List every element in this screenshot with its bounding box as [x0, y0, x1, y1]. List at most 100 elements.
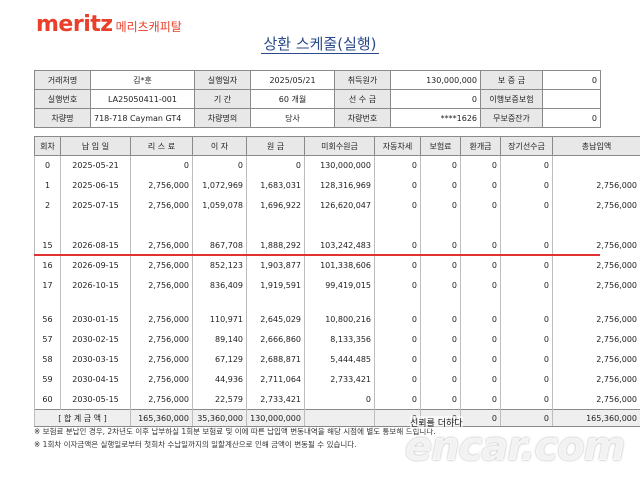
table-cell: 0 [500, 309, 553, 330]
table-cell: 1,888,292 [246, 235, 305, 256]
table-cell: 16 [34, 255, 61, 276]
table-cell: 2025-07-15 [60, 195, 131, 216]
table-cell: 2,756,000 [130, 175, 193, 196]
table-cell: 2,756,000 [130, 275, 193, 296]
info-value: LA25050411-001 [90, 89, 195, 109]
table-cell: 0 [460, 255, 501, 276]
table-cell: 1,683,031 [246, 175, 305, 196]
table-cell: 2,756,000 [552, 369, 640, 390]
table-cell: 2,756,000 [552, 329, 640, 350]
table-cell: 852,123 [192, 255, 247, 276]
info-label: 기 간 [194, 89, 251, 109]
table-cell: 867,708 [192, 235, 247, 256]
table-cell: 0 [420, 349, 461, 370]
total-label: [ 합 계 금 액 ] [34, 409, 131, 427]
table-cell: 103,242,483 [304, 235, 375, 256]
info-label: 무보증잔가 [480, 108, 543, 128]
table-cell: 2030-04-15 [60, 369, 131, 390]
table-cell: 0 [420, 175, 461, 196]
column-header: 장기선수금 [500, 136, 553, 156]
column-header: 원 금 [246, 136, 305, 156]
info-value: 60 개월 [250, 89, 335, 109]
table-cell: 0 [500, 349, 553, 370]
table-cell: 0 [500, 155, 553, 176]
table-row: 16 2026-09-15 2,756,000 852,123 1,903,877 101… [34, 255, 640, 276]
table-row: 17 2026-10-15 2,756,000 836,409 1,919,591 99,… [34, 275, 640, 296]
table-cell: 58 [34, 349, 61, 370]
table-cell: 0 [420, 195, 461, 216]
info-label: 이행보증보험 [480, 89, 543, 109]
table-cell: 2,645,029 [246, 309, 305, 330]
table-cell: 2030-05-15 [60, 389, 131, 410]
table-cell: 0 [34, 155, 61, 176]
table-cell: 2,756,000 [130, 389, 193, 410]
info-label: 실행번호 [34, 89, 91, 109]
table-cell: 44,936 [192, 369, 247, 390]
table-cell: 2,756,000 [552, 195, 640, 216]
schedule-header-row: 회차 납 입 일 리 스 료 이 자 원 금 미회수원금 자동차세 보험료 환개… [34, 136, 640, 156]
table-cell: 2 [34, 195, 61, 216]
table-cell: 1,059,078 [192, 195, 247, 216]
table-cell: 2,756,000 [130, 309, 193, 330]
table-cell: 1,903,877 [246, 255, 305, 276]
table-cell: 0 [420, 369, 461, 390]
table-cell: 0 [460, 369, 501, 390]
column-header: 이 자 [192, 136, 247, 156]
table-cell: 0 [420, 155, 461, 176]
column-header: 자동차세 [374, 136, 421, 156]
table-cell: 0 [374, 275, 421, 296]
table-cell: 0 [420, 389, 461, 410]
schedule-group: 56 2030-01-15 2,756,000 110,971 2,645,029 10,… [34, 309, 640, 410]
total-cell: 130,000,000 [246, 409, 305, 427]
info-value: 718-718 Cayman GT4 [90, 108, 195, 128]
table-cell: 0 [500, 235, 553, 256]
info-label: 차량명의 [194, 108, 251, 128]
table-cell: 0 [420, 275, 461, 296]
table-cell: 0 [374, 349, 421, 370]
schedule-group: 0 2025-05-21 0 0 0 130,000,000 0 0 0 0 1 2025-06-15… [34, 155, 640, 216]
total-cell: 165,360,000 [130, 409, 193, 427]
table-cell: 56 [34, 309, 61, 330]
table-cell: 2030-02-15 [60, 329, 131, 350]
schedule-group: 15 2026-08-15 2,756,000 867,708 1,888,292 103… [34, 235, 640, 296]
table-cell: 5,444,485 [304, 349, 375, 370]
table-cell: 0 [500, 329, 553, 350]
info-value: ****1626 [390, 108, 481, 128]
table-cell: 0 [460, 175, 501, 196]
table-cell: 22,579 [192, 389, 247, 410]
table-cell: 0 [500, 255, 553, 276]
table-cell: 0 [130, 155, 193, 176]
info-value: 0 [542, 70, 601, 90]
table-cell: 2,733,421 [246, 389, 305, 410]
table-cell: 1,696,922 [246, 195, 305, 216]
info-value: 0 [542, 108, 601, 128]
table-cell: 2026-08-15 [60, 235, 131, 256]
column-header: 회차 [34, 136, 61, 156]
info-label: 거래처명 [34, 70, 91, 90]
table-cell: 1 [34, 175, 61, 196]
column-header: 미회수원금 [304, 136, 375, 156]
table-cell: 2,756,000 [130, 349, 193, 370]
table-cell: 0 [374, 175, 421, 196]
table-cell: 0 [500, 369, 553, 390]
table-cell: 0 [500, 175, 553, 196]
table-cell: 836,409 [192, 275, 247, 296]
table-cell: 0 [460, 275, 501, 296]
info-row: 실행번호 LA25050411-001 기 간 60 개월 선 수 금 0 이행… [34, 89, 601, 109]
table-cell: 0 [500, 389, 553, 410]
repayment-schedule-table: 회차 납 입 일 리 스 료 이 자 원 금 미회수원금 자동차세 보험료 환개… [34, 136, 640, 427]
table-cell: 0 [374, 155, 421, 176]
table-row: 57 2030-02-15 2,756,000 89,140 2,666,860 8,13… [34, 329, 640, 350]
row-gap [34, 215, 640, 236]
table-cell: 0 [420, 329, 461, 350]
table-cell: 17 [34, 275, 61, 296]
table-cell: 57 [34, 329, 61, 350]
table-cell: 2,756,000 [552, 275, 640, 296]
info-label: 차량번호 [334, 108, 391, 128]
table-cell: 2,711,064 [246, 369, 305, 390]
table-cell: 1,919,591 [246, 275, 305, 296]
info-value [542, 89, 601, 109]
total-cell [304, 409, 375, 427]
table-cell: 2,756,000 [130, 369, 193, 390]
table-cell: 0 [374, 329, 421, 350]
